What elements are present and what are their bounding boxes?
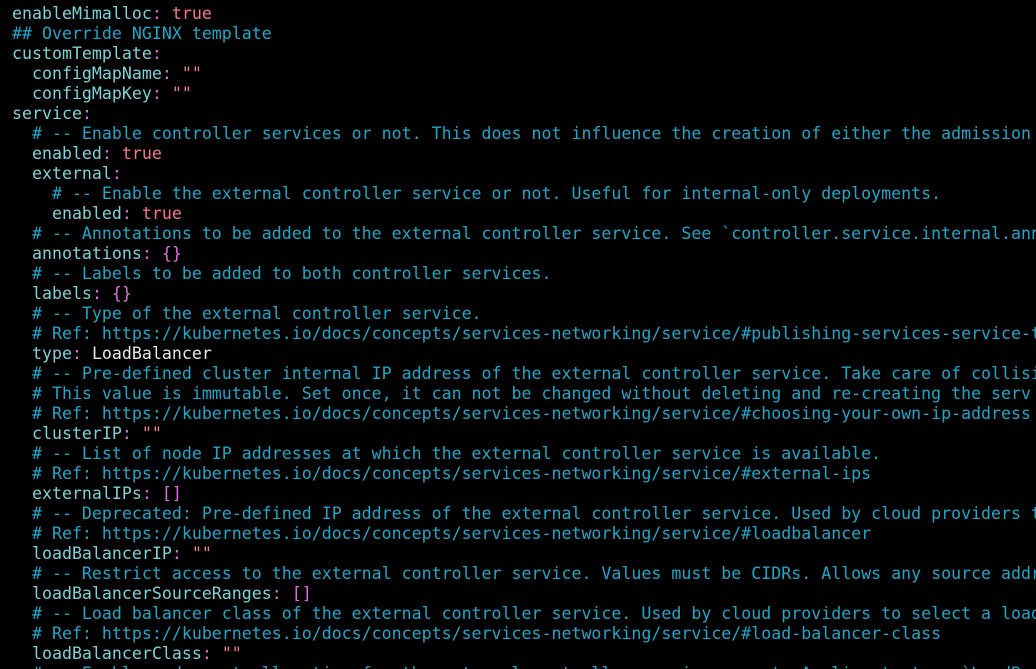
yaml-key: loadBalancerSourceRanges <box>12 584 272 603</box>
code-line[interactable]: enableMimalloc: true <box>12 4 212 24</box>
yaml-key: labels <box>12 284 92 303</box>
code-line[interactable]: loadBalancerSourceRanges: [] <box>12 584 312 604</box>
yaml-string-value: "" <box>171 84 192 103</box>
yaml-punctuation: : <box>121 204 142 223</box>
yaml-boolean-value: true <box>121 144 162 163</box>
yaml-comment: # -- List of node IP addresses at which … <box>12 444 882 463</box>
code-line[interactable]: external: <box>12 164 122 184</box>
yaml-comment: # Ref: https://kubernetes.io/docs/concep… <box>12 464 872 483</box>
yaml-plain-value: LoadBalancer <box>91 344 212 363</box>
code-line[interactable]: customTemplate: <box>12 44 162 64</box>
yaml-comment: # -- Enable node port allocation for the… <box>12 664 1031 669</box>
yaml-punctuation: : <box>201 644 222 663</box>
code-line[interactable]: # Ref: https://kubernetes.io/docs/concep… <box>12 464 871 484</box>
yaml-punctuation: : <box>151 4 172 23</box>
yaml-key: external <box>12 164 112 183</box>
yaml-comment: # Ref: https://kubernetes.io/docs/concep… <box>12 524 872 543</box>
code-line[interactable]: # -- Enable node port allocation for the… <box>12 664 1031 669</box>
yaml-comment: # Ref: https://kubernetes.io/docs/concep… <box>12 404 1032 423</box>
code-line[interactable]: # -- Labels to be added to both controll… <box>12 264 552 284</box>
yaml-key: clusterIP <box>12 424 122 443</box>
yaml-string-value: "" <box>181 64 202 83</box>
code-line[interactable]: labels: {} <box>12 284 132 304</box>
yaml-comment: # -- Pre-defined cluster internal IP add… <box>12 364 1036 383</box>
yaml-key: enabled <box>12 204 122 223</box>
yaml-comment: # -- Type of the external controller ser… <box>12 304 482 323</box>
yaml-comment: # -- Enable controller services or not. … <box>12 124 1032 143</box>
yaml-comment: # Ref: https://kubernetes.io/docs/concep… <box>12 624 942 643</box>
yaml-comment: # -- Labels to be added to both controll… <box>12 264 552 283</box>
code-line[interactable]: # -- Enable the external controller serv… <box>12 184 941 204</box>
yaml-punctuation: : {} <box>141 244 182 263</box>
yaml-key: externalIPs <box>12 484 142 503</box>
code-line[interactable]: # -- Deprecated: Pre-defined IP address … <box>12 504 1036 524</box>
code-line[interactable]: # -- Restrict access to the external con… <box>12 564 1036 584</box>
yaml-key: enableMimalloc <box>12 4 152 23</box>
code-line[interactable]: # This value is immutable. Set once, it … <box>12 384 1031 404</box>
yaml-string-value: "" <box>191 544 212 563</box>
code-line[interactable]: # Ref: https://kubernetes.io/docs/concep… <box>12 524 871 544</box>
yaml-key: annotations <box>12 244 142 263</box>
yaml-punctuation: : <box>111 164 122 183</box>
yaml-punctuation: : [] <box>141 484 182 503</box>
yaml-comment: # This value is immutable. Set once, it … <box>12 384 1032 403</box>
code-line[interactable]: # -- Annotations to be added to the exte… <box>12 224 1036 244</box>
code-line[interactable]: configMapKey: "" <box>12 84 192 104</box>
yaml-comment: # -- Enable the external controller serv… <box>12 184 942 203</box>
yaml-punctuation: : {} <box>91 284 132 303</box>
yaml-string-value: "" <box>221 644 242 663</box>
code-line[interactable]: # Ref: https://kubernetes.io/docs/concep… <box>12 624 941 644</box>
code-line[interactable]: # -- Pre-defined cluster internal IP add… <box>12 364 1036 384</box>
yaml-comment: # -- Deprecated: Pre-defined IP address … <box>12 504 1036 523</box>
yaml-key: loadBalancerClass <box>12 644 202 663</box>
yaml-boolean-value: true <box>171 4 212 23</box>
code-line[interactable]: # -- Load balancer class of the external… <box>12 604 1036 624</box>
yaml-key: customTemplate <box>12 44 152 63</box>
yaml-comment: # Ref: https://kubernetes.io/docs/concep… <box>12 324 1036 343</box>
yaml-punctuation: : <box>101 144 122 163</box>
code-line[interactable]: # -- Enable controller services or not. … <box>12 124 1031 144</box>
yaml-comment: # -- Restrict access to the external con… <box>12 564 1036 583</box>
code-line[interactable]: externalIPs: [] <box>12 484 182 504</box>
yaml-punctuation: : <box>121 424 142 443</box>
yaml-editor[interactable]: enableMimalloc: true ## Override NGINX te… <box>0 0 1036 669</box>
yaml-punctuation: : <box>81 104 92 123</box>
yaml-string-value: "" <box>141 424 162 443</box>
yaml-comment: # -- Load balancer class of the external… <box>12 604 1036 623</box>
code-line[interactable]: # Ref: https://kubernetes.io/docs/concep… <box>12 404 1031 424</box>
yaml-key: configMapKey <box>12 84 152 103</box>
code-line[interactable]: clusterIP: "" <box>12 424 162 444</box>
code-line[interactable]: type: LoadBalancer <box>12 344 212 364</box>
yaml-punctuation: : <box>151 84 172 103</box>
code-line[interactable]: service: <box>12 104 92 124</box>
code-line[interactable]: enabled: true <box>12 144 162 164</box>
yaml-key: service <box>12 104 82 123</box>
yaml-key: enabled <box>12 144 102 163</box>
code-line[interactable]: loadBalancerClass: "" <box>12 644 242 664</box>
yaml-comment: # -- Annotations to be added to the exte… <box>12 224 1036 243</box>
code-line[interactable]: ## Override NGINX template <box>12 24 272 44</box>
yaml-section-comment: ## Override NGINX template <box>12 24 272 43</box>
yaml-key: configMapName <box>12 64 162 83</box>
code-line[interactable]: enabled: true <box>12 204 182 224</box>
yaml-punctuation: : <box>71 344 92 363</box>
code-line[interactable]: configMapName: "" <box>12 64 202 84</box>
code-line[interactable]: annotations: {} <box>12 244 182 264</box>
code-line[interactable]: loadBalancerIP: "" <box>12 544 212 564</box>
yaml-punctuation: : <box>161 64 182 83</box>
yaml-punctuation: : [] <box>271 584 312 603</box>
code-line[interactable]: # -- Type of the external controller ser… <box>12 304 482 324</box>
yaml-key: type <box>12 344 72 363</box>
code-line[interactable]: # Ref: https://kubernetes.io/docs/concep… <box>12 324 1036 344</box>
code-line[interactable]: # -- List of node IP addresses at which … <box>12 444 881 464</box>
yaml-punctuation: : <box>171 544 192 563</box>
yaml-punctuation: : <box>151 44 162 63</box>
yaml-boolean-value: true <box>141 204 182 223</box>
yaml-key: loadBalancerIP <box>12 544 172 563</box>
